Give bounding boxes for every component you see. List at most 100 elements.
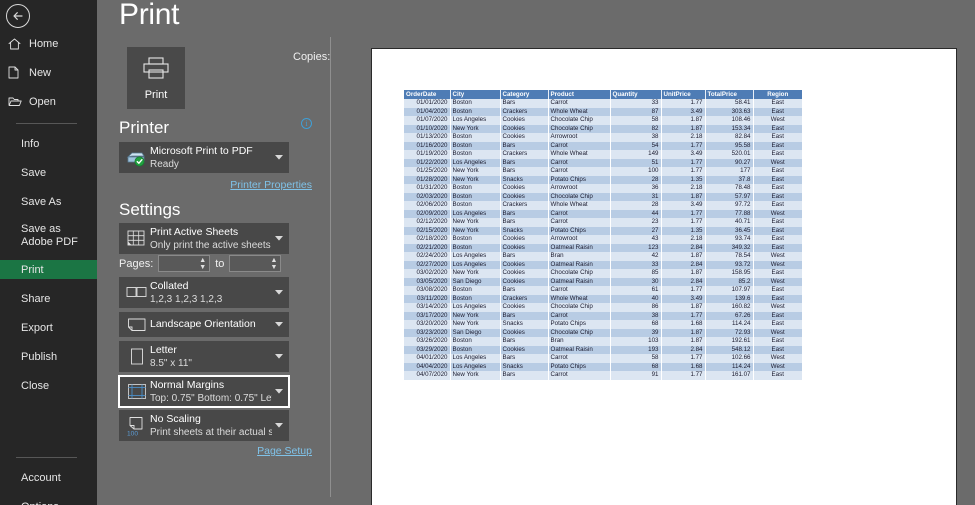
pages-to-input[interactable]: ▲ ▼ <box>229 255 282 272</box>
paper-size-title: Letter <box>150 343 177 356</box>
chevron-down-icon[interactable] <box>272 423 286 428</box>
table-row: 01/04/2020 Boston Crackers Whole Wheat 87 3.4… <box>404 107 802 116</box>
paper-size-select[interactable]: Letter 8.5" x 11" <box>119 341 289 372</box>
scaling-select[interactable]: 100 No Scaling Print sheets at their act… <box>119 410 289 441</box>
print-button-label: Print <box>144 88 168 101</box>
table-cell-unitprice: 1.87 <box>661 116 706 125</box>
sheets-grid-icon <box>124 230 150 248</box>
chevron-down-icon[interactable] <box>272 155 286 160</box>
nav-item-home[interactable]: Home <box>0 34 97 53</box>
table-cell-unitprice: 1.77 <box>661 371 706 380</box>
print-preview-area: OrderDate City Category Product Quantity… <box>330 0 975 505</box>
table-cell-category: Cookies <box>500 328 549 337</box>
chevron-down-icon[interactable] <box>272 389 286 394</box>
nav-item-save[interactable]: Save <box>0 163 97 182</box>
nav-item-info[interactable]: Info <box>0 134 97 153</box>
table-cell-unitprice: 2.18 <box>661 133 706 142</box>
table-cell-quantity: 103 <box>610 337 662 346</box>
table-cell-category: Cookies <box>500 235 549 244</box>
table-cell-product: Chocolate Chip <box>548 192 611 201</box>
printer-icon <box>142 56 170 85</box>
back-arrow-icon[interactable] <box>6 4 30 28</box>
table-cell-product: Whole Wheat <box>548 294 611 303</box>
table-cell-quantity: 86 <box>610 303 662 312</box>
printer-properties-link[interactable]: Printer Properties <box>230 179 312 191</box>
scaling-title: No Scaling <box>150 412 201 425</box>
table-cell-category: Bars <box>500 99 549 108</box>
pages-to-spinner[interactable]: ▲ ▼ <box>269 256 278 271</box>
spreadsheet-table: OrderDate City Category Product Quantity… <box>404 90 802 380</box>
table-cell-product: Oatmeal Raisin <box>548 260 611 269</box>
table-cell-orderdate: 04/01/2020 <box>404 354 451 363</box>
table-cell-quantity: 40 <box>610 294 662 303</box>
table-cell-quantity: 36 <box>610 184 662 193</box>
printer-select[interactable]: Microsoft Print to PDF Ready <box>119 142 289 173</box>
table-cell-product: Chocolate Chip <box>548 124 611 133</box>
table-cell-quantity: 68 <box>610 362 662 371</box>
table-cell-quantity: 43 <box>610 235 662 244</box>
orientation-select[interactable]: Landscape Orientation <box>119 312 289 337</box>
column-header-unitprice: UnitPrice <box>661 90 706 99</box>
table-cell-city: Boston <box>450 345 501 354</box>
table-row: 04/07/2020 New York Bars Carrot 91 1.77 161.07… <box>404 371 802 380</box>
nav-item-options[interactable]: Options <box>0 497 97 505</box>
nav-item-publish[interactable]: Publish <box>0 347 97 366</box>
pages-from-input[interactable]: ▲ ▼ <box>158 255 211 272</box>
table-cell-orderdate: 02/15/2020 <box>404 226 451 235</box>
collation-select[interactable]: Collated 1,2,3 1,2,3 1,2,3 <box>119 277 289 308</box>
table-row: 02/18/2020 Boston Cookies Arrowroot 43 2.18 93… <box>404 235 802 244</box>
chevron-down-icon[interactable] <box>272 290 286 295</box>
table-header: OrderDate City Category Product Quantity… <box>404 90 802 99</box>
nav-item-save-as-adobe-pdf[interactable]: Save as Adobe PDF <box>0 221 97 251</box>
table-row: 02/03/2020 Boston Cookies Chocolate Chip 31 1… <box>404 192 802 201</box>
table-cell-city: Los Angeles <box>450 209 501 218</box>
chevron-down-icon[interactable] <box>272 354 286 359</box>
nav-item-close[interactable]: Close <box>0 376 97 395</box>
spinner-down-icon[interactable]: ▼ <box>270 264 277 271</box>
table-cell-category: Bars <box>500 252 549 261</box>
nav-item-open[interactable]: Open <box>0 92 97 111</box>
table-cell-orderdate: 02/24/2020 <box>404 252 451 261</box>
landscape-page-icon <box>124 317 150 333</box>
chevron-down-icon[interactable] <box>272 236 286 241</box>
table-cell-orderdate: 03/11/2020 <box>404 294 451 303</box>
table-cell-category: Snacks <box>500 175 549 184</box>
nav-item-save-as[interactable]: Save As <box>0 192 97 211</box>
column-header-region: Region <box>753 90 802 99</box>
table-cell-region: East <box>771 311 784 319</box>
table-cell-unitprice: 1.77 <box>661 99 706 108</box>
spinner-up-icon[interactable]: ▲ <box>270 257 277 264</box>
chevron-down-icon[interactable] <box>272 322 286 327</box>
table-cell-orderdate: 03/26/2020 <box>404 337 451 346</box>
table-cell-quantity: 87 <box>610 107 662 116</box>
table-row: 01/07/2020 Los Angeles Cookies Chocolate Ch… <box>404 116 802 125</box>
table-cell-product: Carrot <box>548 141 611 150</box>
print-what-select[interactable]: Print Active Sheets Only print the activ… <box>119 223 289 254</box>
nav-item-export[interactable]: Export <box>0 318 97 337</box>
margins-icon <box>124 383 150 400</box>
table-cell-region: East <box>771 320 784 327</box>
table-row: 03/11/2020 Boston Crackers Whole Wheat 40 3.4… <box>404 294 802 303</box>
nav-item-account[interactable]: Account <box>0 468 97 487</box>
nav-item-new[interactable]: New <box>0 63 97 82</box>
table-cell-totalprice: 93.74 <box>705 235 754 244</box>
spinner-down-icon[interactable]: ▼ <box>199 264 206 271</box>
table-cell-category: Crackers <box>500 201 549 210</box>
table-cell-orderdate: 02/09/2020 <box>404 209 451 218</box>
table-cell-orderdate: 03/02/2020 <box>404 269 451 278</box>
margins-select[interactable]: Normal Margins Top: 0.75" Bottom: 0.75" … <box>118 375 290 408</box>
spinner-up-icon[interactable]: ▲ <box>199 257 206 264</box>
print-button[interactable]: Print <box>127 47 185 109</box>
nav-item-print[interactable]: Print <box>0 260 97 279</box>
table-cell-region: East <box>771 192 784 200</box>
info-icon[interactable]: i <box>301 118 312 129</box>
nav-item-share[interactable]: Share <box>0 289 97 308</box>
open-folder-icon <box>8 95 24 109</box>
page-setup-link[interactable]: Page Setup <box>257 445 312 457</box>
table-cell-city: New York <box>450 371 501 380</box>
pages-from-spinner[interactable]: ▲ ▼ <box>198 256 207 271</box>
copies-label: Copies: <box>293 50 331 63</box>
table-cell-category: Cookies <box>500 124 549 133</box>
nav-label: Save as Adobe PDF <box>21 223 78 248</box>
table-cell-region: East <box>771 175 784 183</box>
